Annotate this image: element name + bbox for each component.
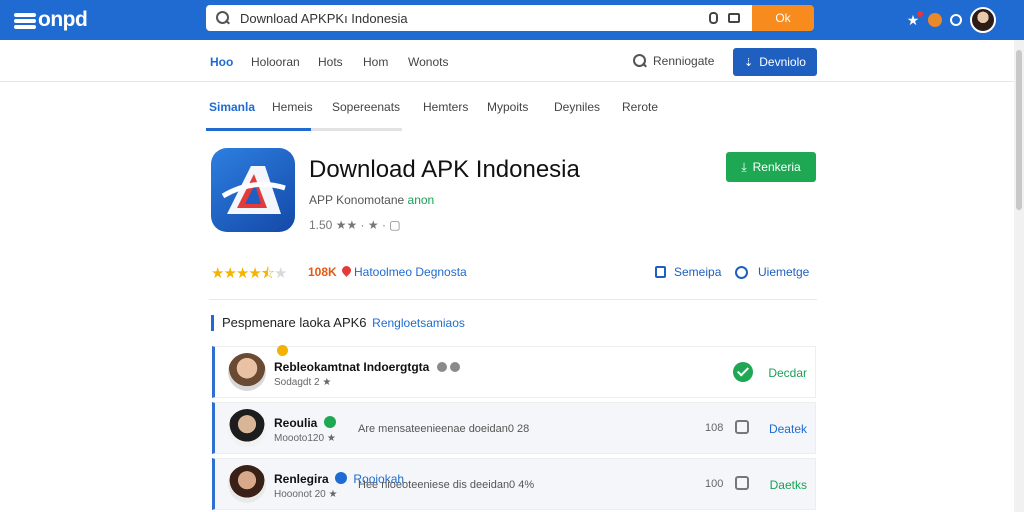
favorites-icon[interactable]: ★ <box>906 11 923 27</box>
top-bar: onpd Ok ★ <box>0 0 1024 40</box>
verified-badge-icon <box>335 472 348 484</box>
tab-1[interactable]: Simanla <box>209 100 255 114</box>
microphone-icon[interactable] <box>709 12 718 24</box>
search-button[interactable]: Ok <box>752 5 814 31</box>
reviewer-name-text: Rebleokamtnat Indoergtgta <box>274 360 430 374</box>
review-text: Hee nioeoteeniese dis deeidan0 4% <box>358 479 535 491</box>
verified-check-icon <box>733 362 753 382</box>
verified-icon <box>323 416 336 428</box>
app-subtitle: APP Konomotane anon <box>309 193 434 207</box>
section-link[interactable]: Rengloetsamiaos <box>372 316 465 330</box>
reviewer-avatar[interactable] <box>228 465 266 503</box>
tab-6[interactable]: Deyniles <box>554 100 600 114</box>
save-action[interactable]: Semeipa <box>655 265 721 279</box>
app-logo-icon <box>221 166 286 214</box>
message-action-label: Uiemetge <box>758 265 810 279</box>
reviewer-avatar[interactable] <box>228 353 266 391</box>
chat-icon <box>735 265 748 279</box>
page-scrollbar[interactable] <box>1014 40 1024 512</box>
rating-stars: ★★★★⯪★ <box>211 265 288 282</box>
reviewer-name-text: Renlegira <box>274 472 329 486</box>
nav-search-link[interactable]: Renniogate <box>633 54 714 68</box>
review-action[interactable]: Daetks <box>770 478 807 492</box>
install-button[interactable]: ⤓ Renkeria <box>726 152 816 182</box>
reviewer-badge-icons <box>436 361 463 375</box>
keyboard-icon[interactable] <box>728 13 740 23</box>
app-title: Download APK Indonesia <box>309 156 580 183</box>
tab-2[interactable]: Hemeis <box>272 100 313 114</box>
tab-4[interactable]: Hemters <box>423 100 468 114</box>
site-logo[interactable]: onpd <box>14 7 88 33</box>
download-icon: ⇣ <box>744 56 754 69</box>
review-date: Moooto120 ★ <box>274 433 336 444</box>
top-icons: ★ <box>906 6 996 34</box>
review-item[interactable]: Rebleokamtnat Indoergtgta Sodagdt 2 ★ De… <box>212 345 816 398</box>
section-title: Pespmenare laoka APK6 Rengloetsamiaos <box>211 315 465 331</box>
emoji-icon <box>277 345 288 356</box>
like-count: 100 <box>705 478 724 490</box>
review-date: Hooonot 20 ★ <box>274 489 338 500</box>
save-action-label: Semeipa <box>674 265 722 279</box>
nav-item-4[interactable]: Hom <box>363 55 388 69</box>
install-button-label: Renkeria <box>752 160 801 174</box>
nav-item-home[interactable]: Hoo <box>210 55 233 69</box>
app-developer[interactable]: APP Konomotane <box>309 193 404 207</box>
notification-dot <box>917 11 923 17</box>
reviewer-avatar[interactable] <box>228 409 266 447</box>
search-icon <box>216 11 230 25</box>
message-action[interactable]: Uiemetge <box>735 265 809 279</box>
tab-5[interactable]: Mypoits <box>487 100 528 114</box>
nav-item-2[interactable]: Holooran <box>251 55 300 69</box>
main-nav: Hoo Holooran Hots Hom Wonots Renniogate … <box>0 40 1014 82</box>
search-input[interactable] <box>240 10 680 26</box>
reviewer-name-text: Reoulia <box>274 416 318 430</box>
nav-item-3[interactable]: Hots <box>318 55 343 69</box>
tab-3[interactable]: Sopereenats <box>332 100 400 114</box>
tab-active-indicator <box>206 128 311 131</box>
download-count: 108K <box>308 265 337 279</box>
reviewer-name: Reoulia <box>274 416 336 430</box>
review-action[interactable]: Deatek <box>769 422 807 436</box>
notifications-icon[interactable] <box>928 13 942 27</box>
app-meta: 1.50 ★★ · ★ · ▢ <box>309 218 401 232</box>
scrollbar-thumb[interactable] <box>1016 50 1022 210</box>
user-avatar[interactable] <box>970 7 996 33</box>
like-count: 108 <box>705 422 724 434</box>
tab-7[interactable]: Rerote <box>622 100 658 114</box>
bookmark-icon <box>655 266 666 278</box>
logo-icon <box>14 11 36 29</box>
section-title-text: Pespmenare laoka APK6 <box>222 315 367 330</box>
search-icon <box>633 54 647 68</box>
category-link[interactable]: Hatoolmeo Degnosta <box>354 265 467 279</box>
section-divider <box>209 299 817 300</box>
review-item[interactable]: Renlegira Rooiokah Hooonot 20 ★ Hee nioe… <box>212 458 816 510</box>
category-pin-icon <box>340 264 353 277</box>
nav-primary-button[interactable]: ⇣ Devniolo <box>733 48 817 76</box>
nav-item-5[interactable]: Wonots <box>408 55 448 69</box>
search-bar <box>206 5 752 31</box>
review-action[interactable]: Decdar <box>768 366 807 380</box>
nav-search-label: Renniogate <box>653 54 715 68</box>
reviewer-name: Rebleokamtnat Indoergtgta <box>274 360 463 375</box>
app-icon <box>211 148 295 232</box>
app-tag: anon <box>407 193 435 207</box>
settings-icon[interactable] <box>950 14 962 26</box>
like-icon[interactable] <box>735 476 749 490</box>
content-tabs: Simanla Hemeis Sopereenats Hemters Mypoi… <box>206 94 658 134</box>
nav-primary-button-label: Devniolo <box>759 55 806 69</box>
review-text: Are mensateenieenae doeidan0 28 <box>358 423 530 435</box>
like-icon[interactable] <box>735 420 749 434</box>
review-item[interactable]: Reoulia Moooto120 ★ Are mensateenieenae … <box>212 402 816 454</box>
review-date: Sodagdt 2 ★ <box>274 377 332 388</box>
logo-text: onpd <box>38 8 88 31</box>
rating-row: ★★★★⯪★ 108K Hatoolmeo Degnosta Semeipa U… <box>211 263 817 282</box>
install-icon: ⤓ <box>741 159 747 174</box>
